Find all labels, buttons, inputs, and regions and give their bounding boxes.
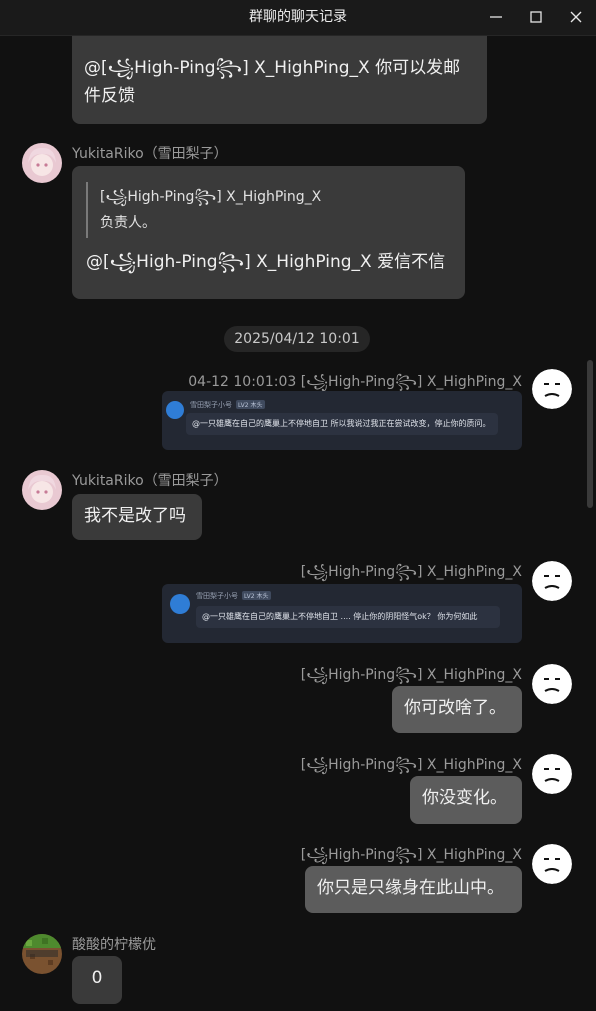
- message-bubble[interactable]: 我不是改了吗: [72, 494, 202, 540]
- quote-author: [꧁High-Ping꧂] X_HighPing_X: [100, 189, 322, 205]
- avatar-yukitariko[interactable]: [22, 470, 62, 510]
- minimize-button[interactable]: [476, 0, 516, 35]
- message-text: 我不是改了吗: [84, 506, 186, 526]
- message-text: @[꧁High-Ping꧂] X_HighPing_X 爱信不信: [86, 252, 446, 272]
- avatar-highping[interactable]: [532, 561, 572, 601]
- message-bubble[interactable]: 你只是只缘身在此山中。: [305, 866, 522, 913]
- avatar-yukitariko[interactable]: [22, 143, 62, 183]
- face-avatar-icon: [532, 369, 572, 409]
- message-bubble[interactable]: 0: [72, 956, 122, 1004]
- qq-penguin-icon: [166, 401, 184, 419]
- face-avatar-icon: [532, 664, 572, 704]
- message-bubble[interactable]: 你可改啥了。: [392, 686, 522, 733]
- message-text: @[꧁High-Ping꧂] X_HighPing_X 你可以发邮件反馈: [84, 58, 461, 106]
- message-bubble[interactable]: @[꧁High-Ping꧂] X_HighPing_X 你可以发邮件反馈: [72, 36, 487, 124]
- message-text: 0: [91, 968, 103, 988]
- avatar-highping[interactable]: [532, 844, 572, 884]
- maximize-button[interactable]: [516, 0, 556, 35]
- card-sender: 雪田梨子小号 LV2 木头: [190, 400, 265, 409]
- title-bar: 群聊的聊天记录: [0, 0, 596, 36]
- reply-quote[interactable]: [꧁High-Ping꧂] X_HighPing_X 负责人。: [86, 182, 451, 238]
- avatar-highping[interactable]: [532, 369, 572, 409]
- face-avatar-icon: [532, 561, 572, 601]
- scrollbar[interactable]: [587, 360, 593, 508]
- avatar-highping[interactable]: [532, 664, 572, 704]
- maximize-icon: [530, 11, 542, 23]
- avatar-highping[interactable]: [532, 754, 572, 794]
- chat-history[interactable]: @[꧁High-Ping꧂] X_HighPing_X 你可以发邮件反馈 Yuk…: [0, 36, 596, 1011]
- face-avatar-icon: [532, 844, 572, 884]
- card-text: @一只雄鹰在自己的鹰巢上不停地自卫 .... 停止你的阴阳怪气ok？ 你为何如此: [196, 606, 500, 628]
- image-message[interactable]: 雪田梨子小号 LV2 木头 @一只雄鹰在自己的鹰巢上不停地自卫 所以我说过我正在尝…: [162, 391, 522, 450]
- sender-name: 酸酸的柠檬优: [72, 937, 156, 953]
- anime-girl-avatar-icon: [22, 143, 62, 183]
- message-bubble[interactable]: 你没变化。: [410, 776, 522, 824]
- avatar-lemon[interactable]: [22, 934, 62, 974]
- image-message[interactable]: 雪田梨子小号 LV2 木头 @一只雄鹰在自己的鹰巢上不停地自卫 .... 停止你的…: [162, 584, 522, 643]
- card-sender: 雪田梨子小号 LV2 木头: [196, 591, 271, 600]
- card-text: @一只雄鹰在自己的鹰巢上不停地自卫 所以我说过我正在尝试改变，停止你的质问。: [186, 413, 498, 435]
- message-text: 你没变化。: [422, 788, 507, 808]
- close-button[interactable]: [556, 0, 596, 35]
- message-text: 你只是只缘身在此山中。: [317, 878, 504, 898]
- sender-name: YukitaRiko（雪田梨子）: [72, 473, 228, 489]
- minimize-icon: [490, 16, 502, 18]
- minecraft-avatar-icon: [22, 934, 62, 974]
- time-divider: 2025/04/12 10:01: [224, 326, 370, 352]
- quote-text: 负责人。: [100, 215, 156, 231]
- qq-penguin-icon: [170, 594, 190, 614]
- message-text: 你可改啥了。: [404, 698, 506, 718]
- close-icon: [570, 11, 582, 23]
- anime-girl-avatar-icon: [22, 470, 62, 510]
- face-avatar-icon: [532, 754, 572, 794]
- message-bubble[interactable]: [꧁High-Ping꧂] X_HighPing_X 负责人。 @[꧁High-…: [72, 166, 465, 299]
- sender-name: YukitaRiko（雪田梨子）: [72, 146, 228, 162]
